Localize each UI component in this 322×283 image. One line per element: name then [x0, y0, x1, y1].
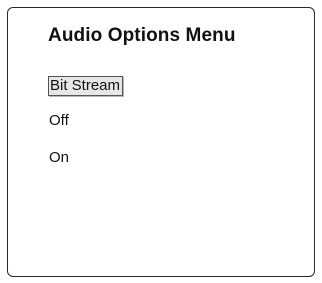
- option-bit-stream[interactable]: Bit Stream: [48, 76, 124, 96]
- audio-options-panel: [7, 7, 315, 277]
- option-off[interactable]: Off: [49, 112, 69, 130]
- menu-title: Audio Options Menu: [48, 25, 236, 46]
- option-on[interactable]: On: [49, 149, 69, 167]
